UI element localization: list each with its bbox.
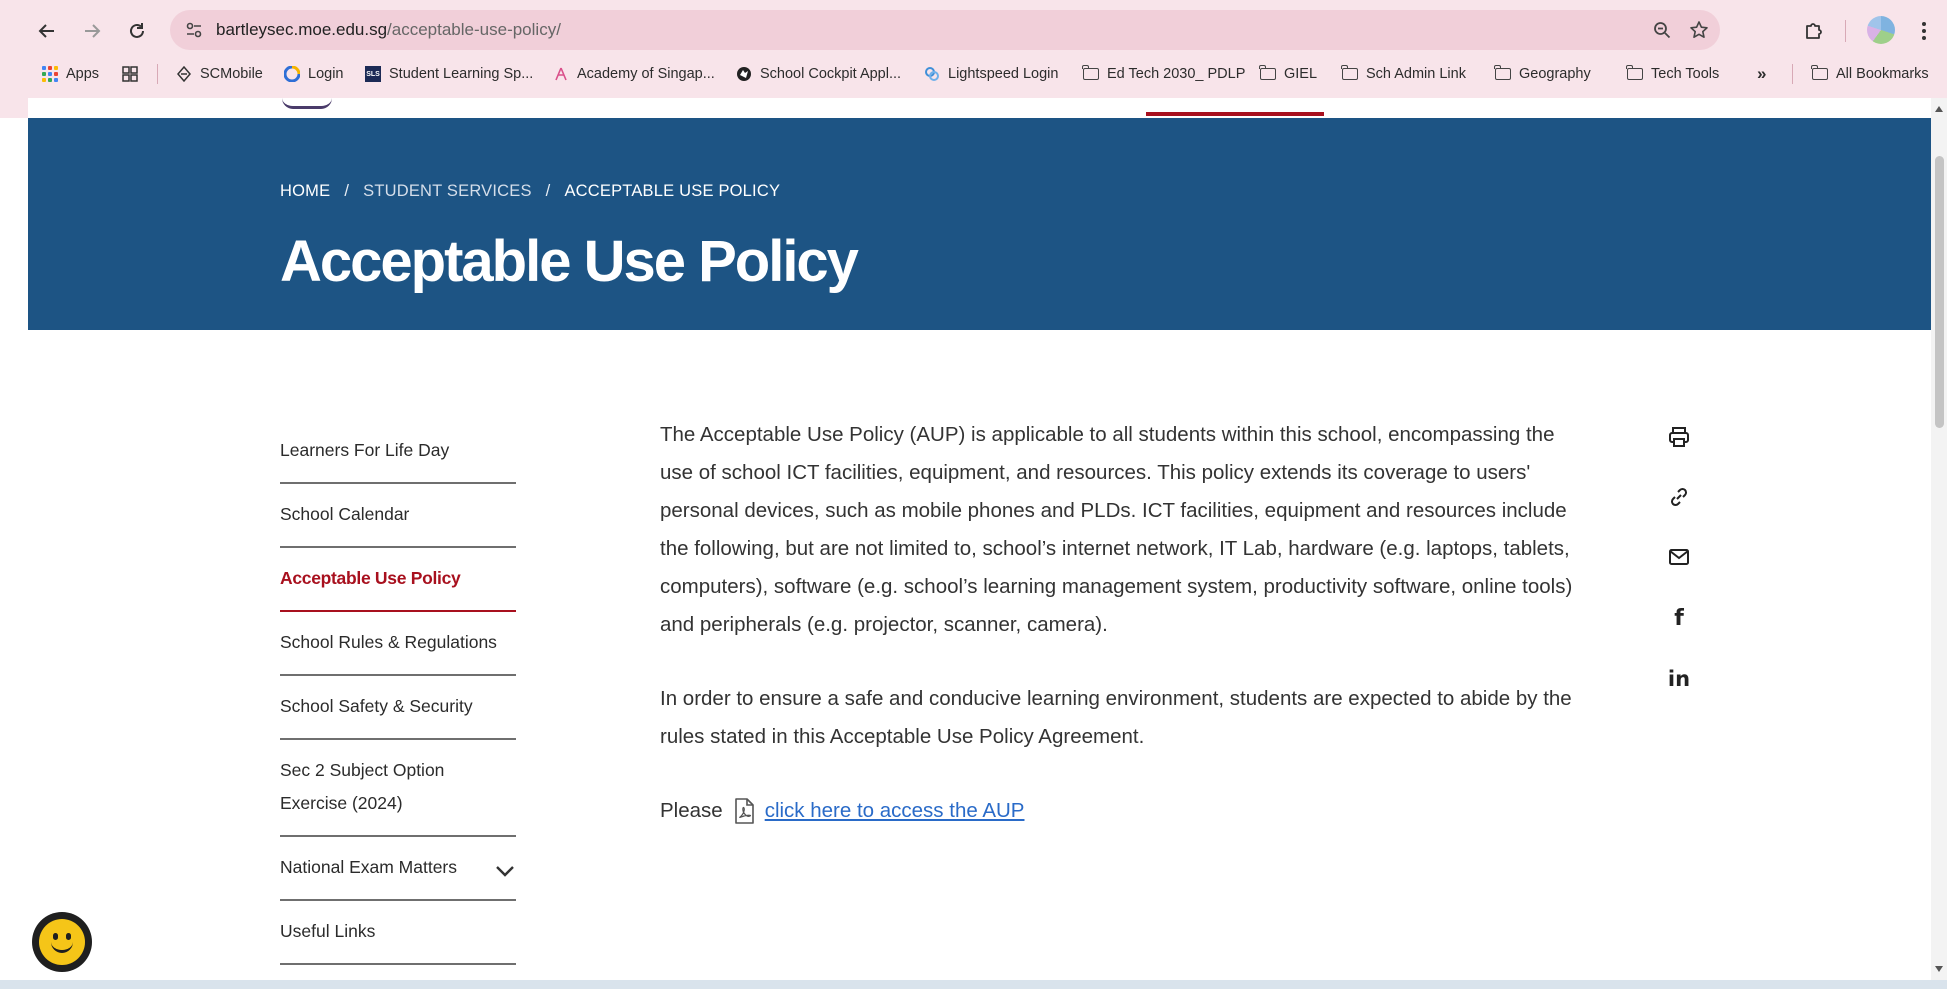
breadcrumb: HOME / STUDENT SERVICES / ACCEPTABLE USE POL… [280,182,780,201]
url-text[interactable]: bartleysec.moe.edu.sg/acceptable-use-pol… [216,20,561,40]
address-bar[interactable]: bartleysec.moe.edu.sg/acceptable-use-pol… [170,10,1720,50]
bookmark-academy[interactable]: Academy of Singap... [553,62,715,86]
bookmarks-bar: Apps SCMobile Login SLS Student Learning… [0,60,1947,88]
taskbar-strip [0,980,1947,989]
bookmark-sls[interactable]: SLS Student Learning Sp... [365,62,533,86]
chevron-down-icon[interactable] [494,861,516,881]
breadcrumb-student-services[interactable]: STUDENT SERVICES [363,182,532,201]
chrome-menu-button[interactable] [1907,14,1941,48]
bookmarks-divider [1792,64,1793,84]
bookmark-school-cockpit[interactable]: School Cockpit Appl... [736,62,901,86]
breadcrumb-separator: / [545,182,551,200]
scmobile-icon [176,66,192,82]
policy-intro-paragraph: The Acceptable Use Policy (AUP) is appli… [660,423,1573,636]
page-scrollbar[interactable] [1931,98,1947,980]
site-info-icon[interactable] [182,18,206,42]
bookmark-folder-geography[interactable]: Geography [1494,62,1591,86]
bookmark-folder-tech-tools[interactable]: Tech Tools [1626,62,1719,86]
folder-icon [1259,65,1276,82]
article-content: The Acceptable Use Policy (AUP) is appli… [660,416,1590,830]
reload-button[interactable] [120,14,154,48]
aup-access-line: Please click here to access the AUP [660,792,1590,830]
back-arrow-icon [38,24,54,38]
breadcrumb-home[interactable]: HOME [280,182,330,201]
bookmark-scmobile[interactable]: SCMobile [176,62,263,86]
scroll-down-arrow-icon[interactable] [1935,966,1943,972]
bookmark-folder-edtech[interactable]: Ed Tech 2030_ PDLP [1082,62,1245,86]
sidenav-item-school-safety[interactable]: School Safety & Security [280,676,516,740]
zoom-icon[interactable] [1650,18,1674,42]
bookmark-apps[interactable]: Apps [42,62,99,86]
aup-download-link[interactable]: click here to access the AUP [765,792,1025,830]
bookmarks-divider [157,64,158,84]
breadcrumb-current: ACCEPTABLE USE POLICY [564,182,781,200]
academy-logo-icon [553,66,569,82]
sidenav-item-learners-for-life-day[interactable]: Learners For Life Day [280,420,516,484]
bookmark-star-icon[interactable] [1687,18,1711,42]
main-nav-active-indicator [1146,112,1324,116]
kebab-menu-icon [1922,22,1926,40]
forward-button[interactable] [75,14,109,48]
sidenav-item-acceptable-use-policy[interactable]: Acceptable Use Policy [280,548,516,612]
pdf-file-icon [733,798,755,824]
sidenav-item-useful-links[interactable]: Useful Links [280,901,516,965]
policy-expectation-paragraph: In order to ensure a safe and conducive … [660,687,1572,748]
school-logo-partial [282,98,332,109]
url-host: bartleysec.moe.edu.sg [216,20,388,39]
smiley-face-icon [39,919,85,965]
extensions-button[interactable] [1797,14,1831,48]
toolbar-divider [1845,20,1846,42]
folder-icon [1341,65,1358,82]
puzzle-icon [1806,23,1822,39]
folder-icon [1082,65,1099,82]
more-bookmarks-button[interactable]: » [1757,62,1766,86]
section-sidenav: Learners For Life Day School Calendar Ac… [280,420,516,965]
please-text: Please [660,799,723,822]
lightspeed-logo-icon [924,66,940,82]
more-bookmarks-icon: » [1757,64,1767,83]
sidenav-item-national-exam-matters[interactable]: National Exam Matters [280,837,516,901]
bookmark-folder-sch-admin[interactable]: Sch Admin Link [1341,62,1466,86]
webpage: HOME / STUDENT SERVICES / ACCEPTABLE USE POL… [28,98,1931,980]
email-icon[interactable] [1664,542,1694,572]
print-icon[interactable] [1664,422,1694,452]
forward-arrow-icon [85,24,101,38]
sidenav-item-school-rules[interactable]: School Rules & Regulations [280,612,516,676]
bookmark-all-bookmarks[interactable]: All Bookmarks [1811,62,1929,86]
sidenav-item-sec2-subject-option[interactable]: Sec 2 Subject Option Exercise (2024) [280,740,516,837]
chat-widget-button[interactable] [32,912,92,972]
page-title: Acceptable Use Policy [280,229,859,294]
bookmark-folder-giel[interactable]: GIEL [1259,62,1317,86]
folder-icon [1811,65,1828,82]
bookmark-tab-groups[interactable] [122,62,138,86]
linkedin-icon[interactable]: in [1664,664,1694,694]
profile-avatar[interactable] [1867,16,1895,44]
back-button[interactable] [30,14,64,48]
page-header-banner: HOME / STUDENT SERVICES / ACCEPTABLE USE POL… [28,118,1931,330]
scroll-up-arrow-icon[interactable] [1935,106,1943,112]
copy-link-icon[interactable] [1664,482,1694,512]
folder-icon [1494,65,1511,82]
apps-grid-icon [42,66,58,82]
breadcrumb-separator: / [344,182,350,200]
tab-groups-icon [122,66,138,82]
login-logo-icon [284,66,300,82]
cockpit-logo-icon [736,66,752,82]
folder-icon [1626,65,1643,82]
browser-toolbar: bartleysec.moe.edu.sg/acceptable-use-pol… [0,0,1947,60]
scrollbar-thumb[interactable] [1935,156,1944,428]
facebook-icon[interactable]: f [1664,603,1694,633]
bookmark-login[interactable]: Login [284,62,343,86]
bookmark-lightspeed[interactable]: Lightspeed Login [924,62,1058,86]
reload-icon [130,23,144,38]
sidenav-item-school-calendar[interactable]: School Calendar [280,484,516,548]
url-path: /acceptable-use-policy/ [387,20,561,39]
sls-logo-icon: SLS [365,66,381,82]
